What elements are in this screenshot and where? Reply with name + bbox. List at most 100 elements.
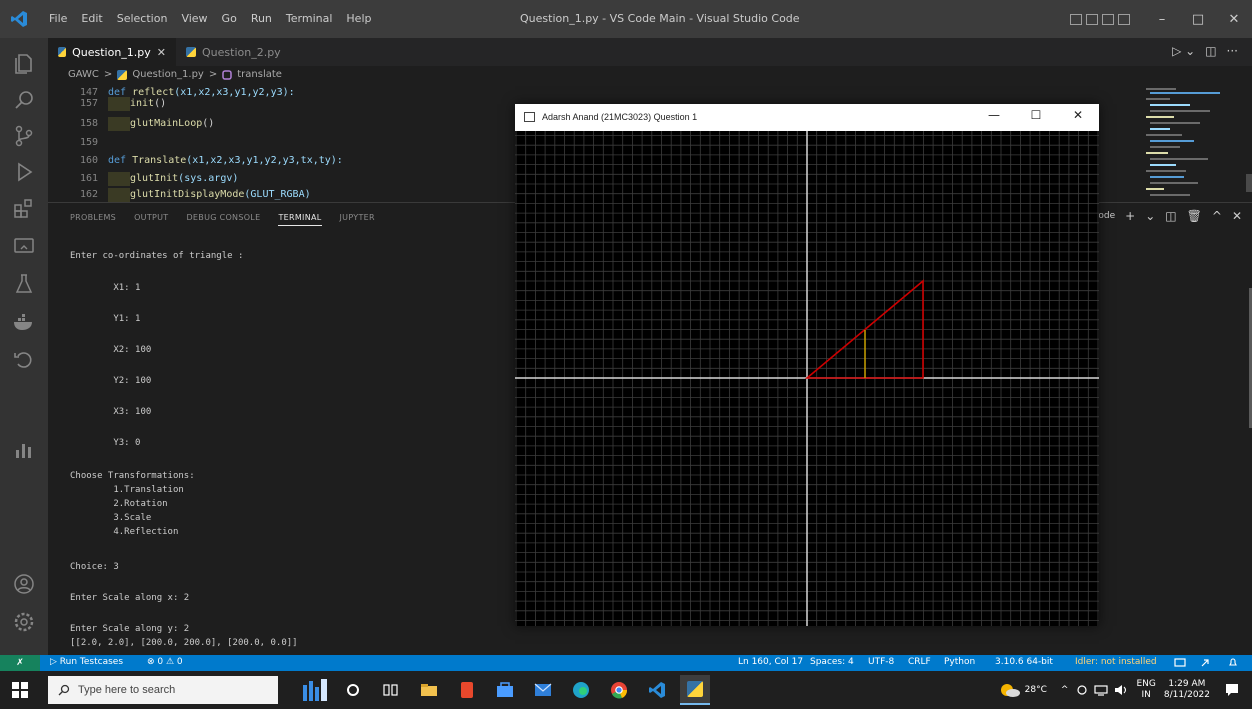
breadcrumb-symbol[interactable]: translate bbox=[237, 69, 282, 80]
explorer-icon[interactable] bbox=[12, 52, 36, 76]
clock[interactable]: 1:29 AM 8/11/2022 bbox=[1164, 679, 1210, 701]
kill-terminal-icon[interactable]: 🗑 bbox=[1187, 209, 1202, 223]
formatter-warning[interactable]: Idler: not installed bbox=[1075, 657, 1157, 667]
clock-date: 8/11/2022 bbox=[1163, 690, 1210, 700]
terminal-line: Choice: 3 bbox=[70, 562, 119, 572]
sync-icon[interactable] bbox=[1076, 684, 1088, 696]
run-debug-icon[interactable] bbox=[12, 160, 36, 184]
more-actions-icon[interactable]: ··· bbox=[1227, 44, 1238, 58]
tab-question-1[interactable]: Question_1.py ✕ bbox=[48, 38, 176, 66]
menu-terminal[interactable]: Terminal bbox=[285, 12, 334, 25]
eol-setting[interactable]: CRLF bbox=[908, 657, 931, 667]
taskbar-search-input[interactable]: Type here to search bbox=[48, 676, 278, 704]
opengl-minimize-button[interactable]: — bbox=[979, 108, 1009, 122]
testing-icon[interactable] bbox=[12, 272, 36, 296]
notifications-bell-icon[interactable] bbox=[1228, 658, 1238, 668]
vscode-taskbar-icon[interactable] bbox=[642, 675, 672, 705]
terminal-line: Y1: 1 bbox=[70, 314, 141, 324]
file-explorer-icon[interactable] bbox=[414, 675, 444, 705]
language-mode[interactable]: Python bbox=[944, 657, 975, 667]
tab-terminal[interactable]: TERMINAL bbox=[278, 213, 322, 226]
live-share-icon[interactable] bbox=[1174, 658, 1186, 668]
mail-icon[interactable] bbox=[528, 675, 558, 705]
terminal-dropdown-icon[interactable]: ⌄ bbox=[1145, 209, 1155, 223]
opengl-window[interactable]: Adarsh Anand (21MC3023) Question 1 — ☐ ✕ bbox=[515, 104, 1099, 626]
menu-edit[interactable]: Edit bbox=[80, 12, 103, 25]
edge-icon[interactable] bbox=[566, 675, 596, 705]
opengl-close-button[interactable]: ✕ bbox=[1063, 108, 1093, 122]
python-interpreter[interactable]: 3.10.6 64-bit bbox=[995, 657, 1053, 667]
python-file-icon bbox=[58, 47, 67, 57]
weather-temperature[interactable]: 28°C bbox=[1025, 685, 1047, 695]
problems-count[interactable]: ⊗ 0 ⚠ 0 bbox=[147, 657, 183, 667]
opengl-window-titlebar[interactable]: Adarsh Anand (21MC3023) Question 1 — ☐ ✕ bbox=[515, 104, 1099, 131]
terminal-line: Enter Scale along x: 2 bbox=[70, 593, 190, 603]
minimap[interactable] bbox=[1140, 84, 1252, 202]
toggle-panel-icon[interactable] bbox=[1086, 13, 1098, 25]
settings-gear-icon[interactable] bbox=[12, 610, 36, 634]
cursor-position[interactable]: Ln 160, Col 17 bbox=[738, 657, 803, 667]
run-python-file-button[interactable]: ▷ ⌄ bbox=[1172, 44, 1195, 58]
taskbar-apps bbox=[300, 675, 718, 705]
toggle-sidebar-icon[interactable] bbox=[1070, 13, 1082, 25]
code-line: 160 def Translate(x1,x2,x3,y1,y2,y3,tx,ty… bbox=[79, 155, 343, 166]
feedback-icon[interactable] bbox=[1200, 658, 1210, 668]
timeline-icon[interactable] bbox=[12, 348, 36, 372]
breadcrumb-file[interactable]: Question_1.py bbox=[132, 69, 204, 80]
search-icon[interactable] bbox=[12, 88, 36, 112]
new-terminal-icon[interactable]: + bbox=[1125, 209, 1135, 223]
tab-close-icon[interactable]: ✕ bbox=[157, 46, 166, 59]
maximize-button[interactable]: □ bbox=[1180, 12, 1216, 27]
menu-file[interactable]: File bbox=[48, 12, 68, 25]
split-editor-icon[interactable]: ◫ bbox=[1205, 44, 1216, 58]
weather-widget-icon[interactable] bbox=[300, 675, 330, 705]
cortana-icon[interactable] bbox=[338, 675, 368, 705]
weather-sun-icon bbox=[1000, 684, 1020, 697]
close-panel-icon[interactable]: ✕ bbox=[1232, 209, 1242, 223]
toggle-secondary-sidebar-icon[interactable] bbox=[1102, 13, 1114, 25]
remote-explorer-icon[interactable] bbox=[12, 234, 36, 258]
tab-problems[interactable]: PROBLEMS bbox=[70, 213, 116, 226]
show-hidden-icons-icon[interactable]: ^ bbox=[1061, 685, 1069, 695]
menu-help[interactable]: Help bbox=[345, 12, 372, 25]
accounts-icon[interactable] bbox=[12, 572, 36, 596]
windows-start-icon[interactable] bbox=[12, 682, 28, 698]
minimize-button[interactable]: – bbox=[1144, 12, 1180, 27]
close-button[interactable]: ✕ bbox=[1216, 12, 1252, 27]
menu-view[interactable]: View bbox=[180, 12, 208, 25]
maximize-panel-icon[interactable]: ^ bbox=[1212, 209, 1222, 223]
charts-icon[interactable] bbox=[12, 438, 36, 462]
tab-output[interactable]: OUTPUT bbox=[134, 213, 168, 226]
panel-actions: Code + ⌄ ◫ 🗑 ^ ✕ bbox=[1092, 209, 1242, 223]
customize-layout-icon[interactable] bbox=[1118, 13, 1130, 25]
network-icon[interactable] bbox=[1094, 684, 1109, 696]
office-icon[interactable] bbox=[452, 675, 482, 705]
python-taskbar-icon[interactable] bbox=[680, 675, 710, 705]
input-language[interactable]: ENG IN bbox=[1136, 679, 1155, 701]
docker-icon[interactable] bbox=[12, 310, 36, 334]
run-testcases-button[interactable]: ▷ Run Testcases bbox=[50, 657, 123, 667]
tab-debug-console[interactable]: DEBUG CONSOLE bbox=[186, 213, 260, 226]
tab-question-2[interactable]: Question_2.py bbox=[176, 38, 306, 66]
source-control-icon[interactable] bbox=[12, 124, 36, 148]
menu-run[interactable]: Run bbox=[250, 12, 273, 25]
breadcrumb-separator: > bbox=[208, 69, 218, 80]
store-icon[interactable] bbox=[490, 675, 520, 705]
indentation-setting[interactable]: Spaces: 4 bbox=[810, 657, 854, 667]
split-terminal-icon[interactable]: ◫ bbox=[1165, 209, 1176, 223]
terminal-line: Y2: 100 bbox=[70, 376, 152, 386]
indent-guide bbox=[108, 172, 130, 186]
task-view-icon[interactable] bbox=[376, 675, 406, 705]
tab-jupyter[interactable]: JUPYTER bbox=[340, 213, 375, 226]
breadcrumb-folder[interactable]: GAWC bbox=[68, 69, 99, 80]
opengl-canvas bbox=[515, 131, 1099, 626]
action-center-icon[interactable] bbox=[1224, 682, 1240, 698]
volume-icon[interactable] bbox=[1114, 684, 1128, 696]
chrome-icon[interactable] bbox=[604, 675, 634, 705]
opengl-maximize-button[interactable]: ☐ bbox=[1021, 108, 1051, 122]
encoding-setting[interactable]: UTF-8 bbox=[868, 657, 894, 667]
menu-go[interactable]: Go bbox=[221, 12, 238, 25]
extensions-icon[interactable] bbox=[12, 196, 36, 220]
menu-selection[interactable]: Selection bbox=[116, 12, 169, 25]
remote-indicator[interactable]: ✗ bbox=[0, 655, 40, 671]
